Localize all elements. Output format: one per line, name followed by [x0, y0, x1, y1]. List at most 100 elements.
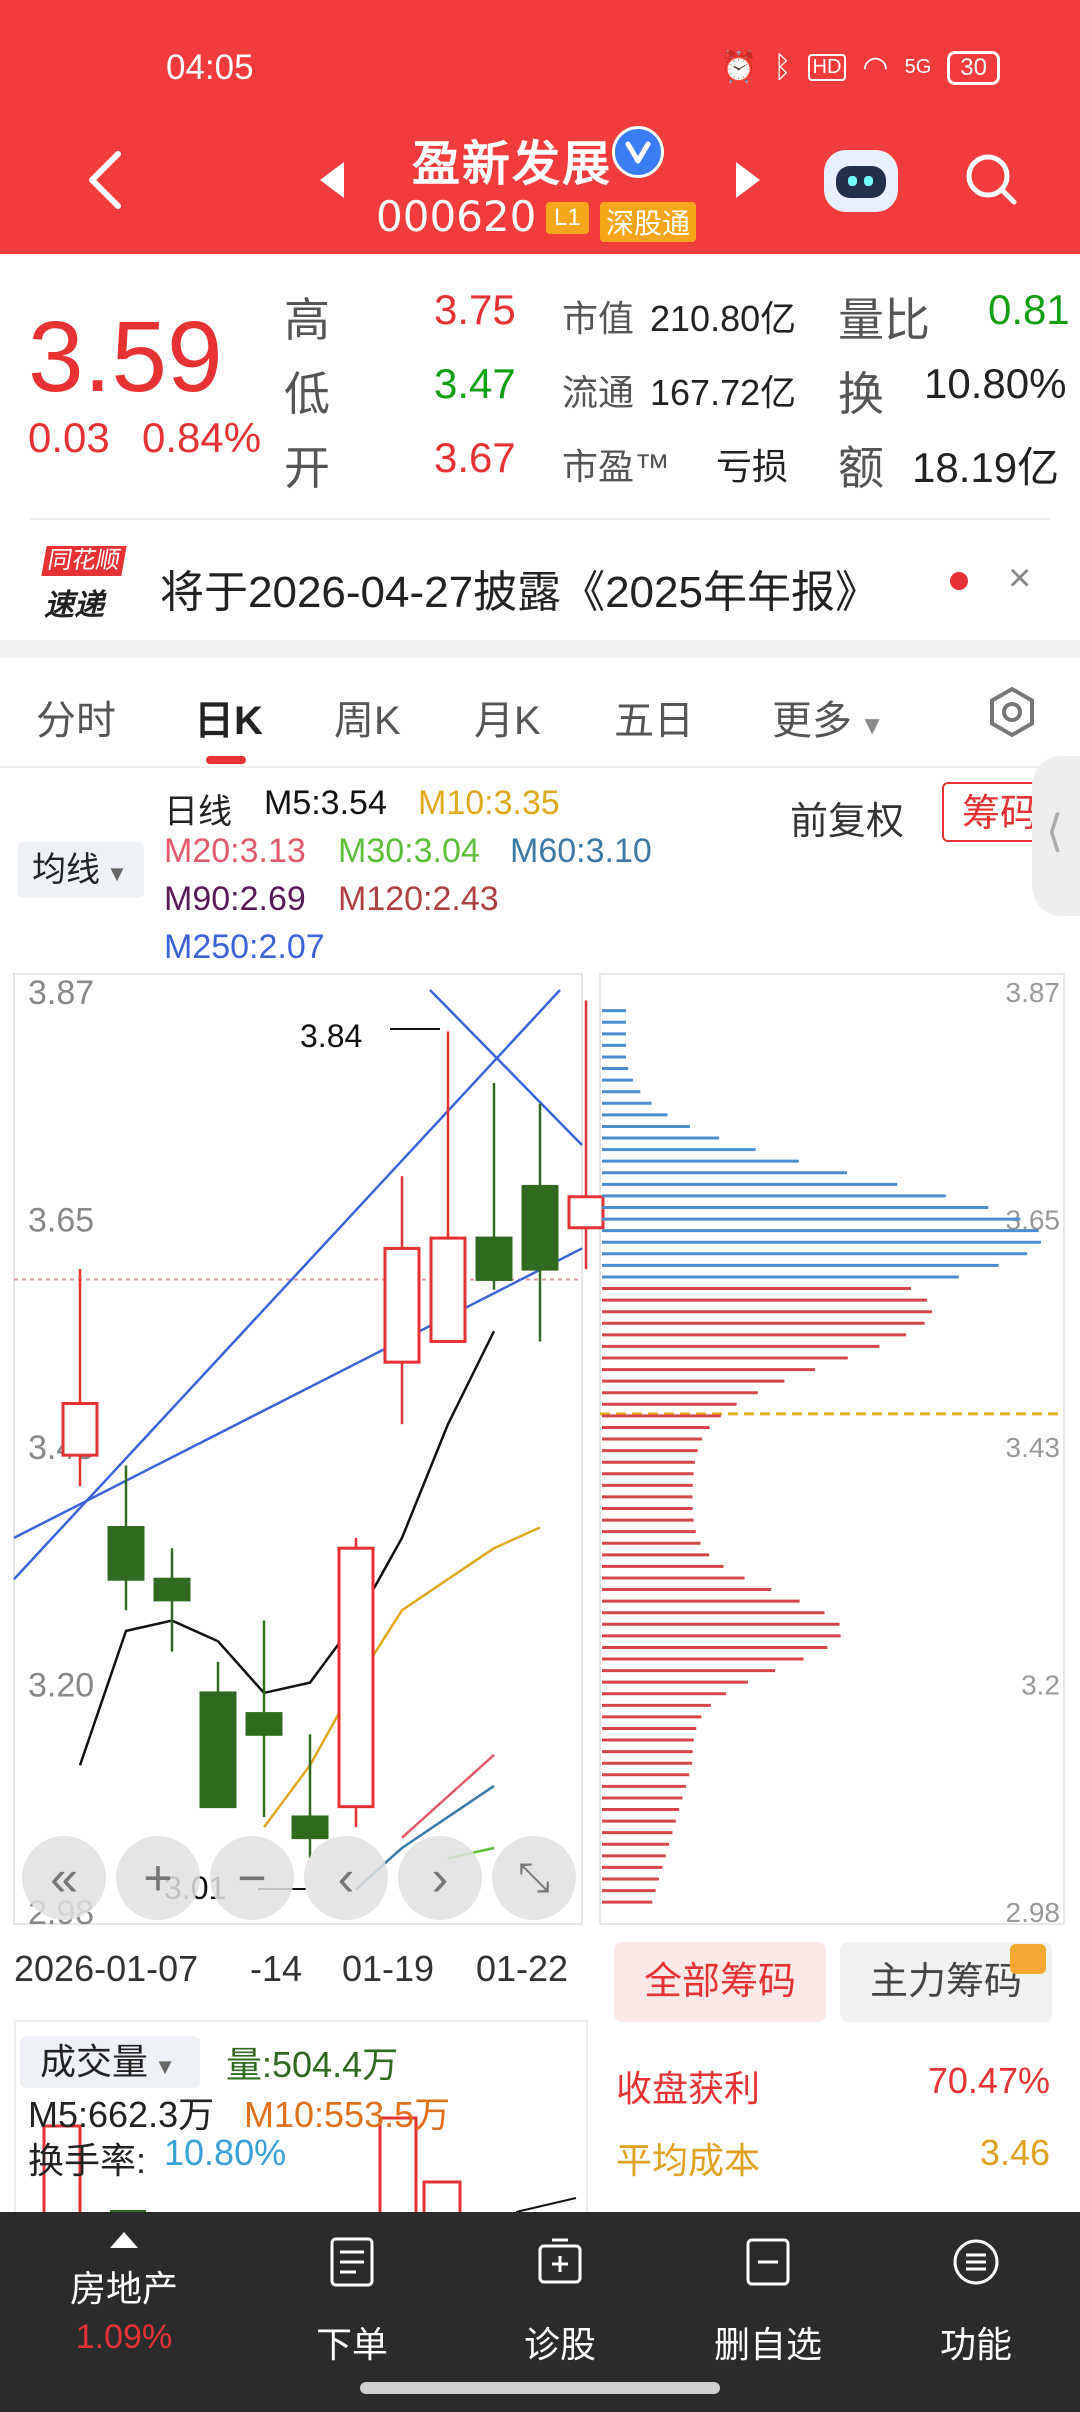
- avg-cost-value: 3.46: [979, 2132, 1050, 2173]
- zoom-in-button[interactable]: +: [116, 1836, 200, 1920]
- tab-intraday[interactable]: 分时: [36, 688, 116, 746]
- chip-tick-label: 3.43: [1006, 1432, 1061, 1463]
- ma20-value: M20:3.13: [164, 832, 306, 870]
- ma120-value: M120:2.43: [338, 880, 499, 918]
- candle-body: [245, 1712, 283, 1736]
- tab-daily-k[interactable]: 日K: [194, 688, 263, 746]
- pe-value: 亏损: [716, 446, 789, 487]
- shenzhen-connect-badge: 深股通: [600, 202, 697, 242]
- high-value: 3.75: [434, 286, 516, 333]
- candle-body: [291, 1815, 329, 1840]
- mcap-value: 210.80亿: [650, 298, 797, 339]
- caret-up-icon: [110, 2232, 138, 2248]
- k-line-chart[interactable]: 3.873.653.433.202.98 3.873.653.433.22.98…: [0, 960, 1080, 1970]
- chevron-left-icon: ⟨: [1046, 807, 1064, 856]
- order-label: 下单: [315, 2324, 388, 2365]
- tab-monthly-k[interactable]: 月K: [474, 688, 541, 746]
- candle-body: [567, 1195, 605, 1230]
- low-value: 3.47: [434, 360, 516, 407]
- ai-robot-icon[interactable]: [824, 150, 898, 212]
- candle-body: [383, 1246, 421, 1364]
- close-icon[interactable]: ×: [1008, 556, 1031, 601]
- signal-icon: 5G: [904, 56, 932, 78]
- header: 04:05 ⏰ ᛒ HD ◠ 5G 30 盈新发展 000620 L1 深股通: [0, 0, 1080, 254]
- menu-circle-icon: [953, 2239, 999, 2285]
- scroll-left-button[interactable]: ‹: [304, 1836, 388, 1920]
- open-value: 3.67: [434, 434, 516, 481]
- diagnose-icon: [538, 2238, 582, 2284]
- minus-square-icon: [746, 2238, 790, 2286]
- tab-five-day[interactable]: 五日: [614, 688, 694, 746]
- ma60-value: M60:3.10: [510, 832, 652, 870]
- price-tick-label: 3.87: [28, 974, 94, 1012]
- search-icon[interactable]: [964, 152, 1018, 206]
- turnover-rate-value: 10.80%: [164, 2132, 287, 2173]
- volume-ma5: M5:662.3万: [28, 2094, 215, 2135]
- close-profit-label: 收盘获利: [616, 2068, 761, 2109]
- tab-weekly-k[interactable]: 周K: [334, 688, 401, 746]
- adjust-mode-button[interactable]: 前复权: [790, 790, 904, 845]
- caret-down-icon: ▼: [852, 710, 885, 740]
- low-label: 低: [284, 368, 330, 420]
- all-chips-tab[interactable]: 全部筹码: [614, 1942, 826, 2022]
- volume-ratio-value: 0.81: [988, 286, 1070, 333]
- scroll-to-start-button[interactable]: «: [22, 1836, 106, 1920]
- candle-body: [521, 1184, 559, 1271]
- alarm-icon: ⏰: [720, 51, 758, 84]
- home-indicator[interactable]: [360, 2382, 720, 2394]
- candle-body: [107, 1526, 145, 1581]
- period-label: 日线: [164, 793, 232, 831]
- sector-change: 1.09%: [75, 2318, 173, 2356]
- functions-button[interactable]: 功能: [868, 2212, 1080, 2412]
- turnover-rate-label: 换手率:: [28, 2140, 147, 2181]
- section-divider: [0, 640, 1080, 658]
- back-arrow-icon[interactable]: [86, 150, 126, 210]
- scroll-right-button[interactable]: ›: [398, 1836, 482, 1920]
- notice-text[interactable]: 将于2026-04-27披露《2025年年报》: [160, 556, 879, 620]
- mcap-label: 市值: [562, 298, 635, 339]
- level1-badge: L1: [546, 202, 589, 234]
- battery-icon: 30: [947, 50, 1000, 85]
- volume-value: 量:504.4万: [226, 2044, 399, 2085]
- volume-ma10: M10:553.5万: [244, 2094, 451, 2135]
- open-label: 开: [284, 442, 330, 494]
- stock-name: 盈新发展: [412, 138, 613, 191]
- lock-icon: [1010, 1944, 1046, 1974]
- order-document-icon: [330, 2237, 374, 2287]
- sector-button[interactable]: 房地产 1.09%: [0, 2212, 248, 2412]
- caret-down-icon: ▼: [100, 861, 128, 886]
- float-value: 167.72亿: [650, 372, 797, 413]
- stock-code: 000620: [376, 192, 537, 241]
- wifi-icon: ◠: [862, 51, 889, 84]
- side-drawer-handle[interactable]: ⟨: [1032, 756, 1080, 916]
- last-price: 3.59: [28, 301, 223, 413]
- verified-icon: [612, 126, 664, 178]
- date-label-14: -14: [250, 1948, 303, 1989]
- date-label-start: 2026-01-07: [14, 1948, 199, 1989]
- candle-body: [153, 1577, 191, 1602]
- turnover-value: 10.80%: [924, 360, 1067, 407]
- status-bar-icons: ⏰ ᛒ HD ◠ 5G 30: [720, 50, 1000, 85]
- divider: [30, 518, 1050, 520]
- next-stock-arrow-icon[interactable]: [736, 162, 760, 198]
- sector-name: 房地产: [69, 2268, 178, 2309]
- ma90-value: M90:2.69: [164, 880, 306, 918]
- candle-body: [199, 1691, 237, 1809]
- prev-stock-arrow-icon[interactable]: [320, 162, 344, 198]
- price-change: 0.03: [28, 414, 110, 461]
- volume-indicator-select[interactable]: 成交量 ▼: [20, 2036, 200, 2088]
- date-label-22: 01-22: [476, 1948, 569, 1989]
- settings-hexagon-icon[interactable]: [986, 686, 1038, 738]
- zoom-out-button[interactable]: −: [210, 1836, 294, 1920]
- candle-body: [61, 1401, 99, 1457]
- volume-ratio-label: 量比: [838, 294, 930, 346]
- candle-body: [475, 1236, 513, 1281]
- chips-panel-frame: [599, 973, 1065, 1925]
- ma-indicator-select[interactable]: 均线 ▼: [18, 842, 144, 898]
- ths-express-logo: 同花顺 速递: [40, 546, 127, 622]
- hd-icon: HD: [807, 54, 847, 81]
- ma30-value: M30:3.04: [338, 832, 480, 870]
- fullscreen-button[interactable]: ⤡: [492, 1836, 576, 1920]
- caret-down-icon: ▼: [148, 2054, 176, 2079]
- tab-more[interactable]: 更多 ▼: [772, 688, 885, 746]
